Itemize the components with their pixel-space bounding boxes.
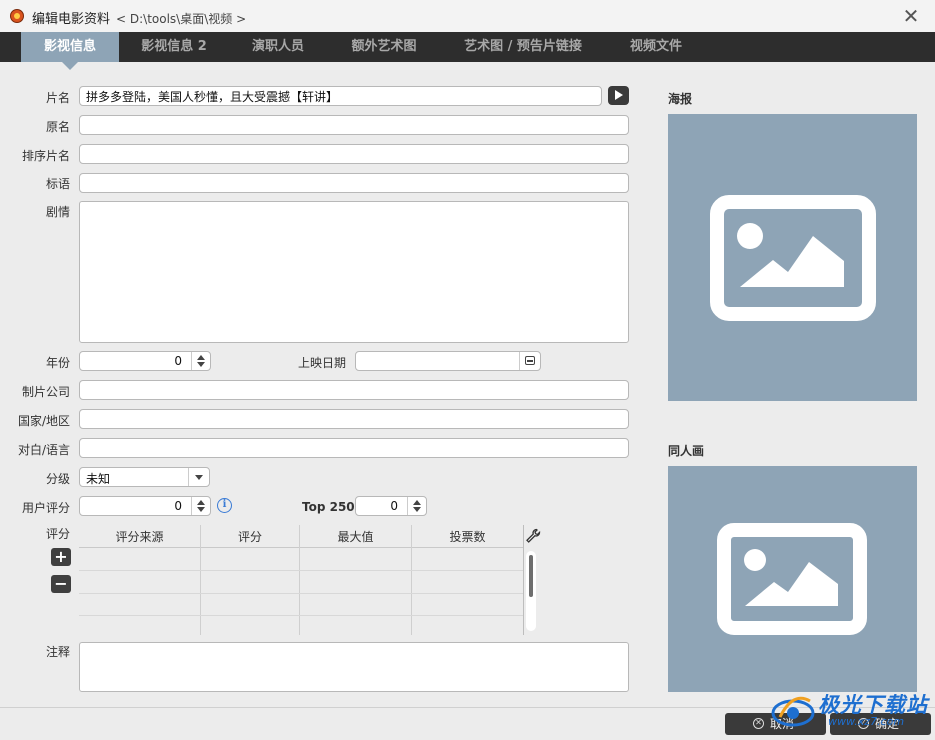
language-input[interactable] [79, 438, 629, 458]
user-rating-stepper[interactable]: 0 [79, 496, 211, 516]
image-placeholder-icon [710, 195, 876, 321]
play-icon[interactable] [608, 86, 629, 105]
wrench-icon[interactable] [525, 528, 541, 544]
plot-textarea[interactable] [79, 201, 629, 343]
release-date-label: 上映日期 [297, 356, 346, 370]
close-icon[interactable]: ✕ [901, 6, 921, 26]
watermark-logo-icon [771, 696, 815, 727]
top250-stepper[interactable]: 0 [355, 496, 427, 516]
certification-label: 分级 [45, 472, 70, 486]
column-divider [200, 525, 201, 635]
arrow-up-icon[interactable] [197, 500, 205, 505]
column-divider [411, 525, 412, 635]
window-title: 编辑电影资料 < D:\tools\桌面\视频 > [32, 8, 246, 27]
scroll-thumb[interactable] [529, 555, 533, 597]
remove-rating-button[interactable]: − [51, 575, 71, 593]
country-label: 国家/地区 [17, 414, 70, 428]
tab-cast[interactable]: 演职人员 [236, 32, 320, 62]
table-row [79, 593, 523, 594]
studio-label: 制片公司 [21, 385, 70, 399]
column-header-votes[interactable]: 投票数 [412, 525, 523, 547]
window-title-text: 编辑电影资料 [32, 12, 111, 27]
year-stepper[interactable]: 0 [79, 351, 211, 371]
chevron-down-icon[interactable] [188, 468, 209, 486]
ratings-table-header: 评分来源 评分 最大值 投票数 [79, 525, 523, 548]
add-rating-button[interactable]: + [51, 548, 71, 566]
arrow-up-icon[interactable] [413, 500, 421, 505]
column-header-source[interactable]: 评分来源 [79, 525, 200, 547]
tagline-label: 标语 [45, 177, 70, 191]
fanart-image-area[interactable] [668, 466, 917, 692]
user-rating-arrows[interactable] [191, 497, 210, 515]
notes-textarea[interactable] [79, 642, 629, 692]
column-header-max[interactable]: 最大值 [300, 525, 411, 547]
table-right-border [523, 525, 524, 635]
ratings-table: 评分来源 评分 最大值 投票数 [79, 525, 542, 635]
year-value: 0 [174, 354, 182, 368]
tab-video-files[interactable]: 视频文件 [614, 32, 698, 62]
top250-value: 0 [390, 499, 398, 513]
title-label: 片名 [45, 91, 70, 105]
window-path: < D:\tools\桌面\视频 > [116, 12, 247, 26]
arrow-up-icon[interactable] [197, 355, 205, 360]
tab-bar: 影视信息 影视信息 2 演职人员 额外艺术图 艺术图 / 预告片链接 视频文件 [0, 32, 935, 70]
top250-label: Top 250 [302, 500, 355, 514]
info-icon[interactable]: i [217, 498, 232, 513]
tab-art-trailer-links[interactable]: 艺术图 / 预告片链接 [448, 32, 598, 62]
image-placeholder-icon [717, 523, 867, 635]
tab-extra-art[interactable]: 额外艺术图 [336, 32, 432, 62]
column-header-rating[interactable]: 评分 [201, 525, 299, 547]
cancel-circle-icon: ✕ [753, 718, 764, 729]
app-logo-icon [10, 9, 24, 23]
title-bar: 编辑电影资料 < D:\tools\桌面\视频 > ✕ [0, 0, 935, 32]
tab-movie-info-2[interactable]: 影视信息 2 [125, 32, 223, 62]
column-divider [299, 525, 300, 635]
poster-label: 海报 [668, 92, 693, 106]
fanart-label: 同人画 [668, 444, 705, 458]
original-title-label: 原名 [45, 120, 70, 134]
title-input[interactable] [79, 86, 602, 106]
release-date-picker[interactable] [355, 351, 541, 371]
original-title-input[interactable] [79, 115, 629, 135]
notes-label: 注释 [45, 645, 70, 659]
arrow-down-icon[interactable] [197, 507, 205, 512]
certification-select[interactable]: 未知 [79, 467, 210, 487]
arrow-down-icon[interactable] [413, 507, 421, 512]
ratings-scrollbar[interactable] [526, 551, 536, 631]
top250-arrows[interactable] [407, 497, 426, 515]
plot-label: 剧情 [45, 205, 70, 219]
calendar-icon[interactable] [519, 352, 540, 370]
tab-movie-info[interactable]: 影视信息 [21, 32, 119, 70]
sort-title-label: 排序片名 [21, 149, 70, 163]
language-label: 对白/语言 [17, 443, 70, 457]
watermark: 极光下载站 www.xz7.com [770, 685, 930, 735]
country-input[interactable] [79, 409, 629, 429]
arrow-down-icon[interactable] [197, 362, 205, 367]
certification-value: 未知 [86, 472, 111, 486]
year-label: 年份 [45, 356, 70, 370]
year-stepper-arrows[interactable] [191, 352, 210, 370]
poster-image-area[interactable] [668, 114, 917, 401]
ratings-label: 评分 [45, 527, 70, 541]
watermark-url: www.xz7.com [828, 715, 905, 728]
user-rating-value: 0 [174, 499, 182, 513]
user-rating-label: 用户评分 [21, 501, 70, 515]
table-row [79, 615, 523, 616]
studio-input[interactable] [79, 380, 629, 400]
sort-title-input[interactable] [79, 144, 629, 164]
table-row [79, 570, 523, 571]
tagline-input[interactable] [79, 173, 629, 193]
